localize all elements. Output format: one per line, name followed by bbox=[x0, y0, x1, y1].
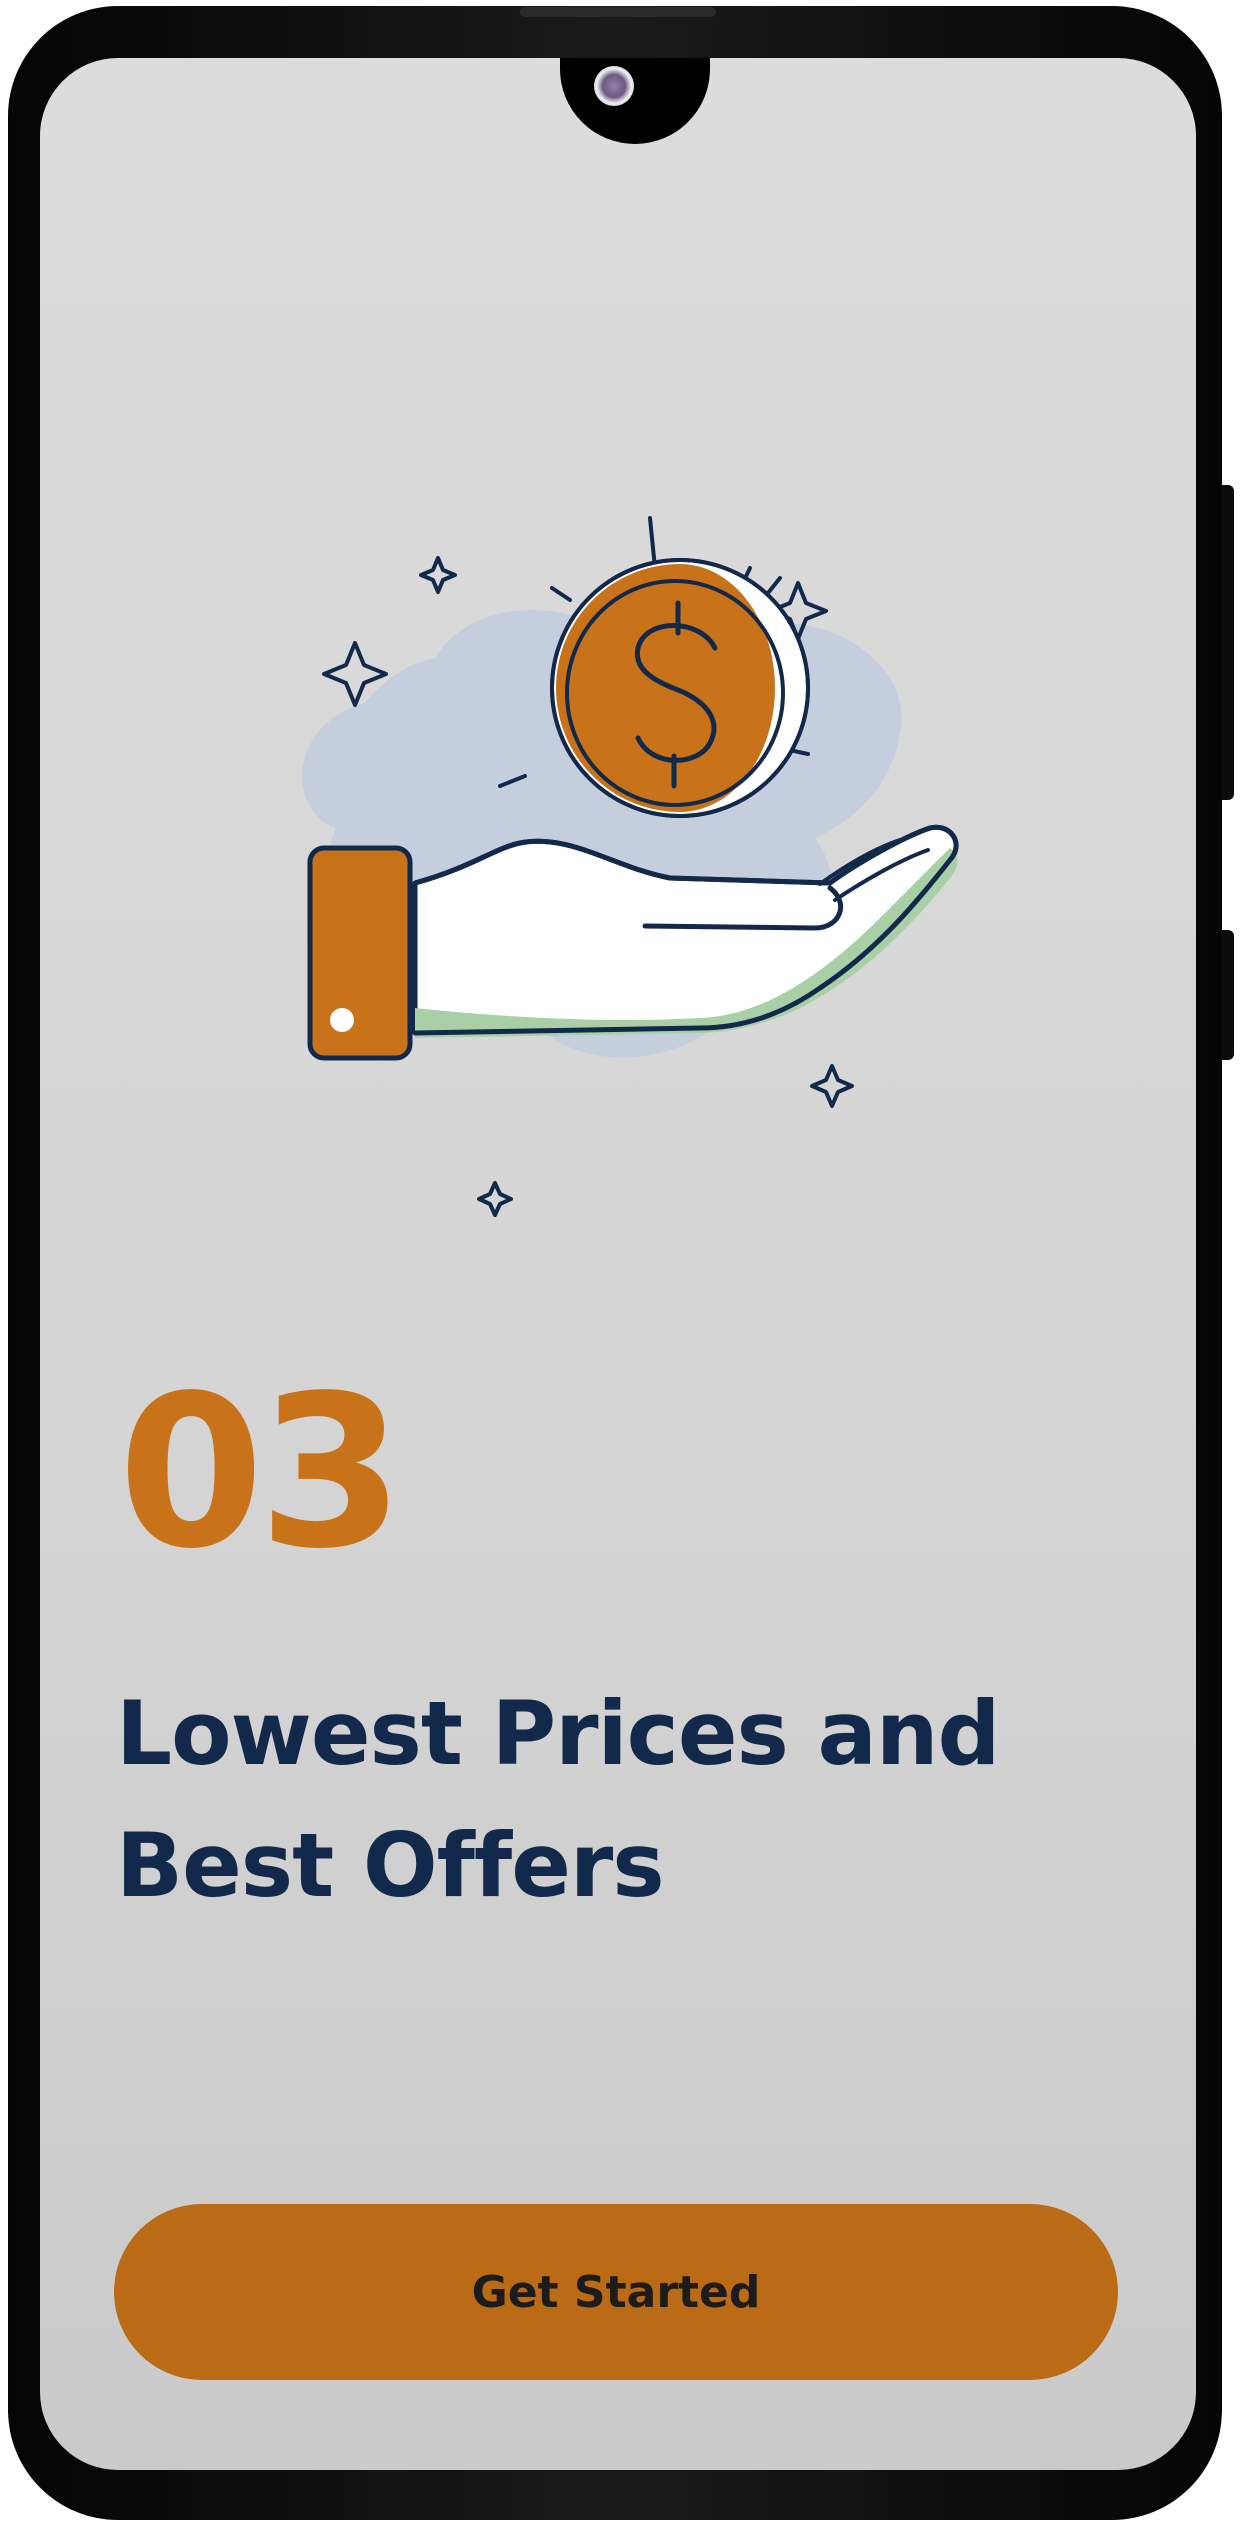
headline-line-2: Best Offers bbox=[116, 1814, 665, 1917]
power-button bbox=[1222, 930, 1234, 1060]
screen: 03 Lowest Prices and Best Offers Get Sta… bbox=[40, 58, 1196, 2470]
volume-button bbox=[1222, 485, 1234, 800]
headline-line-1: Lowest Prices and bbox=[116, 1682, 1001, 1785]
get-started-button[interactable]: Get Started bbox=[114, 2204, 1118, 2380]
money-in-hand-illustration bbox=[302, 516, 959, 1217]
page-title: Lowest Prices and Best Offers bbox=[116, 1668, 1116, 1932]
earpiece bbox=[520, 7, 716, 17]
notch bbox=[560, 58, 710, 144]
front-camera-icon bbox=[594, 66, 634, 106]
step-number: 03 bbox=[118, 1350, 404, 1595]
dollar-coin-icon bbox=[550, 558, 810, 818]
